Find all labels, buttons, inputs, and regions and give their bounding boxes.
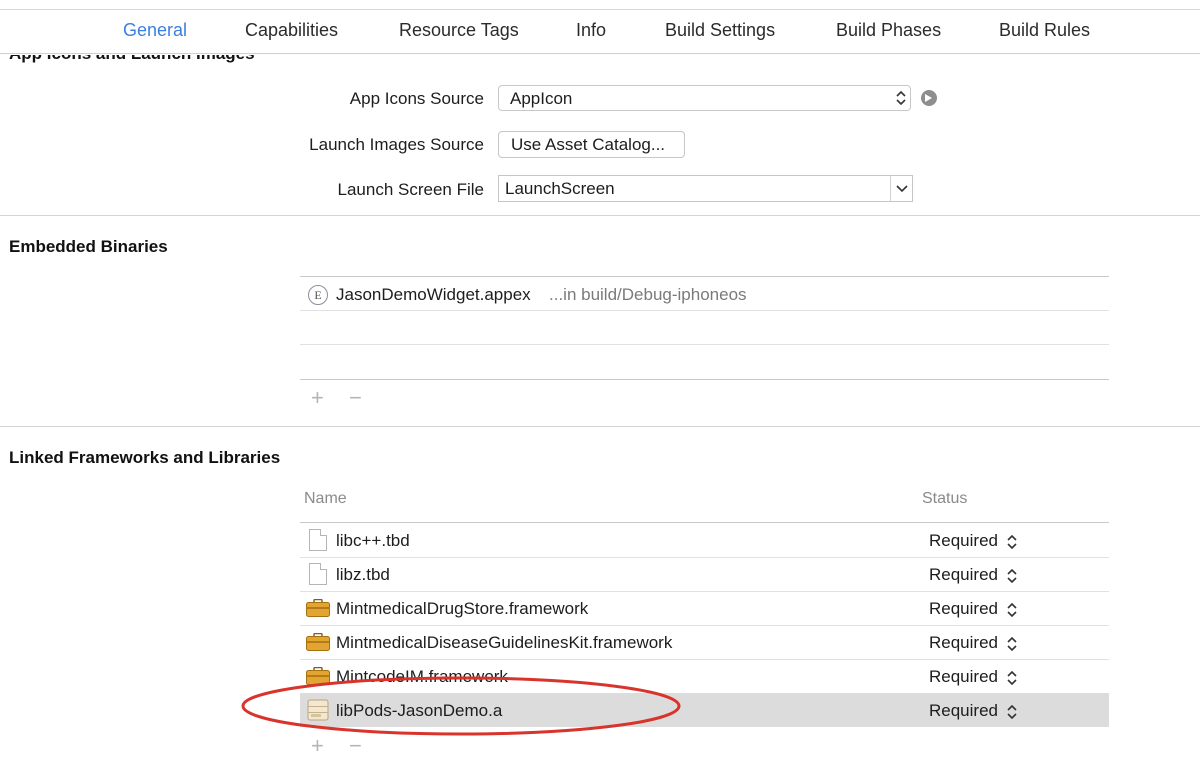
file-icon <box>309 529 327 551</box>
framework-name: libz.tbd <box>336 565 390 584</box>
launch-images-source-label: Launch Images Source <box>309 135 484 154</box>
linked-frameworks-title: Linked Frameworks and Libraries <box>9 448 281 467</box>
add-framework-button[interactable]: + <box>311 733 324 758</box>
launch-screen-file-combo[interactable]: LaunchScreen <box>498 175 913 202</box>
toolbar-separator <box>0 0 1200 10</box>
status-stepper-icon <box>1007 534 1017 550</box>
app-icons-source-value: AppIcon <box>510 89 573 108</box>
table-row[interactable]: MintcodeIM.framework Required <box>300 659 1109 693</box>
status-stepper-icon <box>1007 636 1017 652</box>
status-stepper-icon <box>1007 670 1017 686</box>
framework-name: libPods-JasonDemo.a <box>336 701 503 720</box>
app-icons-source-label: App Icons Source <box>349 89 484 108</box>
framework-name: MintmedicalDrugStore.framework <box>336 599 589 618</box>
table-row[interactable]: libz.tbd Required <box>300 557 1109 591</box>
column-header-status[interactable]: Status <box>922 490 967 508</box>
app-extension-icon: E <box>308 285 328 305</box>
tab-build-rules[interactable]: Build Rules <box>999 20 1090 41</box>
framework-name: libc++.tbd <box>336 531 410 550</box>
framework-name: MintcodeIM.framework <box>336 667 508 686</box>
launch-screen-file-label: Launch Screen File <box>337 180 484 199</box>
embedded-binary-location: ...in build/Debug-iphoneos <box>549 285 747 304</box>
embedded-binary-name: JasonDemoWidget.appex <box>336 285 531 304</box>
launch-screen-file-value: LaunchScreen <box>505 179 615 198</box>
add-embedded-binary-button[interactable]: + <box>311 385 324 411</box>
tab-info[interactable]: Info <box>576 20 606 41</box>
section-divider <box>0 215 1200 216</box>
column-header-name[interactable]: Name <box>304 490 347 508</box>
tab-capabilities[interactable]: Capabilities <box>245 20 338 41</box>
framework-toolbox-icon <box>306 599 330 617</box>
status-stepper-icon <box>1007 704 1017 720</box>
status-stepper-icon <box>1007 602 1017 618</box>
static-library-icon <box>307 699 329 721</box>
use-asset-catalog-button[interactable]: Use Asset Catalog... <box>498 131 685 158</box>
row-separator <box>300 310 1109 311</box>
section-divider <box>0 426 1200 427</box>
launch-screen-dropdown-button[interactable] <box>890 176 912 201</box>
tab-bar: General Capabilities Resource Tags Info … <box>0 0 1200 54</box>
tab-build-phases[interactable]: Build Phases <box>836 20 941 41</box>
popup-stepper-icon <box>896 90 906 106</box>
status-popup[interactable]: Required <box>929 633 998 653</box>
table-bottom-border <box>300 379 1109 380</box>
tab-general[interactable]: General <box>123 20 187 41</box>
table-row-selected[interactable]: libPods-JasonDemo.a Required <box>300 693 1109 727</box>
tab-resource-tags[interactable]: Resource Tags <box>399 20 519 41</box>
status-popup[interactable]: Required <box>929 599 998 619</box>
remove-embedded-binary-button[interactable]: − <box>349 385 362 411</box>
framework-toolbox-icon <box>306 667 330 685</box>
embedded-binaries-title: Embedded Binaries <box>9 237 168 256</box>
status-popup[interactable]: Required <box>929 667 998 687</box>
clipped-section-title-container: App Icons and Launch Images <box>0 55 1200 65</box>
framework-name: MintmedicalDiseaseGuidelinesKit.framewor… <box>336 633 673 652</box>
app-icons-source-popup[interactable]: AppIcon <box>498 85 911 111</box>
app-icons-section-title: App Icons and Launch Images <box>9 55 255 64</box>
tab-build-settings[interactable]: Build Settings <box>665 20 775 41</box>
row-separator <box>300 344 1109 345</box>
table-row[interactable]: MintmedicalDiseaseGuidelinesKit.framewor… <box>300 625 1109 659</box>
status-popup[interactable]: Required <box>929 565 998 585</box>
status-stepper-icon <box>1007 568 1017 584</box>
table-row[interactable]: MintmedicalDrugStore.framework Required <box>300 591 1109 625</box>
table-row[interactable]: libc++.tbd Required <box>300 523 1109 557</box>
status-popup[interactable]: Required <box>929 531 998 551</box>
go-to-asset-icon[interactable] <box>921 90 937 106</box>
framework-toolbox-icon <box>306 633 330 651</box>
remove-framework-button[interactable]: − <box>349 733 362 758</box>
embedded-binary-row[interactable]: E JasonDemoWidget.appex ...in build/Debu… <box>300 277 1109 310</box>
file-icon <box>309 563 327 585</box>
chevron-down-icon <box>896 185 908 193</box>
status-popup[interactable]: Required <box>929 701 998 721</box>
